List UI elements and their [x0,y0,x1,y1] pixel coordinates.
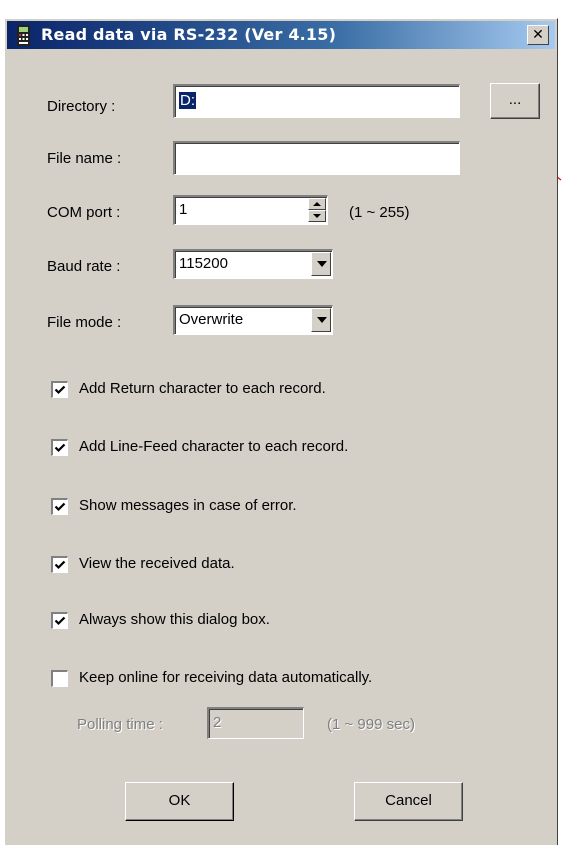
com-port-label: COM port : [47,204,121,221]
checkmark-icon [54,385,66,395]
browse-button-label: ... [508,91,522,108]
add-return-checkbox[interactable] [51,381,68,398]
cancel-button-label: Cancel [385,792,432,809]
app-scanner-icon [17,25,30,46]
baud-rate-dropdown-button[interactable] [311,252,331,276]
polling-time-label: Polling time : [77,716,163,733]
baud-rate-label: Baud rate : [47,258,121,275]
file-mode-label: File mode : [47,314,122,331]
dialog-window: Read data via RS-232 (Ver 4.15) ✕ Direct… [4,18,558,845]
file-mode-select[interactable]: Overwrite [173,305,333,335]
com-port-range: (1 ~ 255) [349,204,410,221]
add-line-feed-label: Add Line-Feed character to each record. [79,438,349,455]
show-messages-label: Show messages in case of error. [79,497,297,514]
arrow-down-icon [313,214,321,218]
arrow-up-icon [313,202,321,206]
always-show-label: Always show this dialog box. [79,611,270,628]
view-received-checkbox[interactable] [51,556,68,573]
add-line-feed-checkbox[interactable] [51,439,68,456]
keep-online-checkbox[interactable] [51,670,68,687]
checkmark-icon [54,443,66,453]
window-title: Read data via RS-232 (Ver 4.15) [41,25,337,44]
view-received-label: View the received data. [79,555,235,572]
file-name-input[interactable] [173,141,460,175]
polling-time-range: (1 ~ 999 sec) [327,716,415,733]
file-mode-dropdown-button[interactable] [311,308,331,332]
always-show-checkbox[interactable] [51,612,68,629]
polling-time-value: 2 [213,714,222,731]
checkmark-icon [54,560,66,570]
directory-label: Directory : [47,98,116,115]
baud-rate-select[interactable]: 115200 [173,249,333,279]
close-button[interactable]: ✕ [527,25,549,45]
title-bar[interactable]: Read data via RS-232 (Ver 4.15) ✕ [7,21,555,49]
com-port-value: 1 [179,201,188,218]
ok-button[interactable]: OK [125,782,234,821]
file-mode-value: Overwrite [179,311,244,328]
polling-time-input: 2 [207,707,304,739]
checkmark-icon [54,502,66,512]
checkmark-icon [54,616,66,626]
keep-online-label: Keep online for receiving data automatic… [79,669,373,686]
chevron-down-icon [317,261,327,267]
browse-button[interactable]: ... [490,83,540,119]
chevron-down-icon [317,317,327,323]
show-messages-checkbox[interactable] [51,498,68,515]
directory-value: D: [179,92,196,109]
com-port-spinner[interactable]: 1 [173,195,328,225]
spin-down-button[interactable] [308,210,326,222]
close-icon: ✕ [532,27,544,43]
ok-button-label: OK [168,792,191,809]
baud-rate-value: 115200 [179,255,228,272]
add-return-label: Add Return character to each record. [79,380,326,397]
file-name-label: File name : [47,150,122,167]
spin-up-button[interactable] [308,198,326,210]
cancel-button[interactable]: Cancel [354,782,463,821]
directory-input[interactable]: D: [173,84,460,118]
